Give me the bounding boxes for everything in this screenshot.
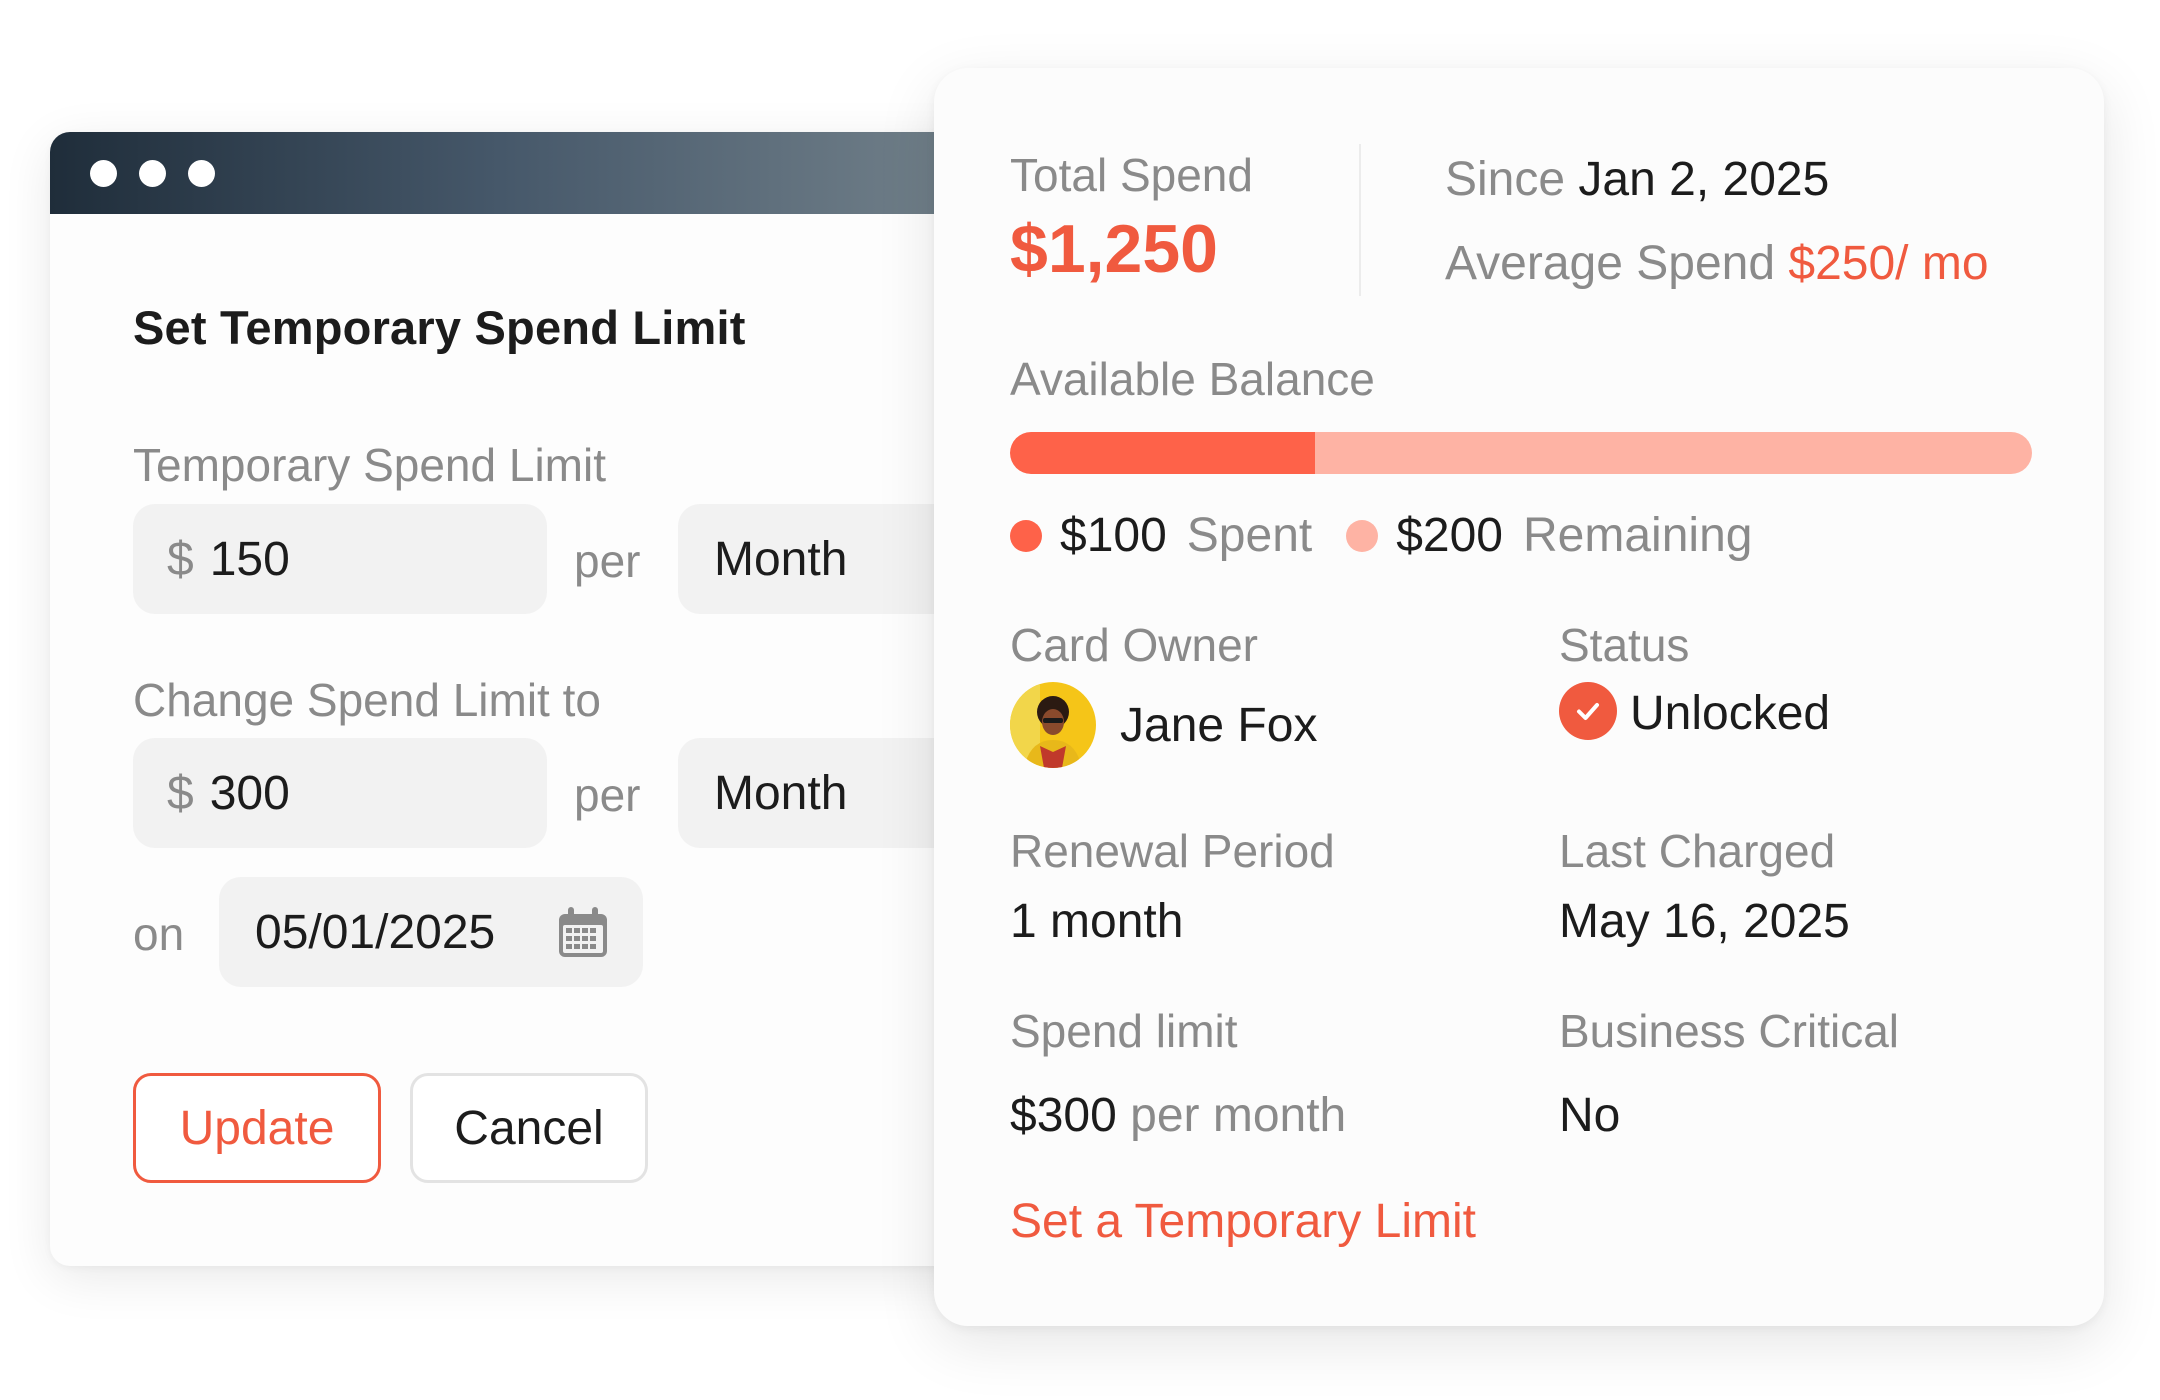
total-spend-label: Total Spend <box>1010 149 1253 201</box>
temporary-limit-value: 150 <box>209 532 290 586</box>
remaining-dot-icon <box>1346 519 1379 552</box>
status-value: Unlocked <box>1630 687 1831 740</box>
average-spend-row: Average Spend $250/ mo <box>1445 236 1989 291</box>
form-title: Set Temporary Spend Limit <box>133 301 746 354</box>
change-limit-input[interactable]: $ 300 <box>133 738 547 848</box>
spend-limit-value: $300 per month <box>1010 1088 1346 1143</box>
since-label: Since <box>1445 153 1566 206</box>
average-spend-value: $250/ mo <box>1788 237 1989 290</box>
card-owner-label: Card Owner <box>1010 619 1258 671</box>
balance-legend: $100 Spent $200 Remaining <box>1010 508 1786 563</box>
status-label: Status <box>1559 619 1690 671</box>
window-dot-icon[interactable] <box>139 159 166 187</box>
window-titlebar <box>50 132 1050 214</box>
temporary-period-value: Month <box>714 532 848 586</box>
card-summary-panel: Total Spend $1,250 Since Jan 2, 2025 Ave… <box>934 68 2104 1326</box>
available-balance-label: Available Balance <box>1010 353 1375 405</box>
total-spend-value: $1,250 <box>1010 211 1218 287</box>
cancel-button[interactable]: Cancel <box>410 1073 648 1183</box>
currency-symbol: $ <box>167 532 194 586</box>
window-dot-icon[interactable] <box>188 159 215 187</box>
last-charged-label: Last Charged <box>1559 825 1836 877</box>
per-label: per <box>574 535 641 587</box>
spent-text: Spent <box>1186 509 1313 562</box>
per-label: per <box>574 769 641 821</box>
calendar-icon[interactable] <box>555 905 611 961</box>
last-charged-value: May 16, 2025 <box>1559 895 1850 948</box>
since-value: Jan 2, 2025 <box>1578 153 1830 206</box>
temporary-limit-label: Temporary Spend Limit <box>133 439 606 491</box>
balance-progress-bar <box>1010 432 2032 474</box>
remaining-amount: $200 <box>1396 509 1503 562</box>
spend-limit-label: Spend limit <box>1010 1005 1238 1057</box>
temporary-limit-input[interactable]: $ 150 <box>133 504 547 614</box>
business-critical-label: Business Critical <box>1559 1005 1899 1057</box>
spent-amount: $100 <box>1060 509 1167 562</box>
since-row: Since Jan 2, 2025 <box>1445 152 1829 207</box>
change-limit-value: 300 <box>209 766 290 820</box>
change-limit-label: Change Spend Limit to <box>133 674 601 726</box>
business-critical-value: No <box>1559 1089 1621 1142</box>
renewal-period-value: 1 month <box>1010 895 1184 948</box>
change-period-value: Month <box>714 766 848 820</box>
currency-symbol: $ <box>167 766 194 820</box>
spent-dot-icon <box>1010 519 1042 552</box>
renewal-period-label: Renewal Period <box>1010 825 1335 877</box>
date-input[interactable]: 05/01/2025 <box>219 877 643 987</box>
avatar <box>1010 682 1096 768</box>
window-dot-icon[interactable] <box>90 159 117 187</box>
remaining-text: Remaining <box>1523 509 1753 562</box>
balance-spent-fill <box>1010 432 1316 474</box>
average-spend-label: Average Spend <box>1445 237 1776 290</box>
set-temporary-limit-link[interactable]: Set a Temporary Limit <box>1010 1194 1476 1249</box>
card-owner-name: Jane Fox <box>1120 699 1318 752</box>
check-circle-icon <box>1559 682 1617 740</box>
spend-limit-window: Set Temporary Spend Limit Temporary Spen… <box>50 132 1050 1266</box>
update-button[interactable]: Update <box>133 1073 381 1183</box>
stage: Set Temporary Spend Limit Temporary Spen… <box>0 0 2160 1400</box>
spend-limit-unit: per month <box>1130 1089 1347 1142</box>
spend-limit-amount: $300 <box>1010 1089 1117 1142</box>
date-value: 05/01/2025 <box>255 905 496 959</box>
divider <box>1359 144 1361 296</box>
on-label: on <box>133 908 185 960</box>
